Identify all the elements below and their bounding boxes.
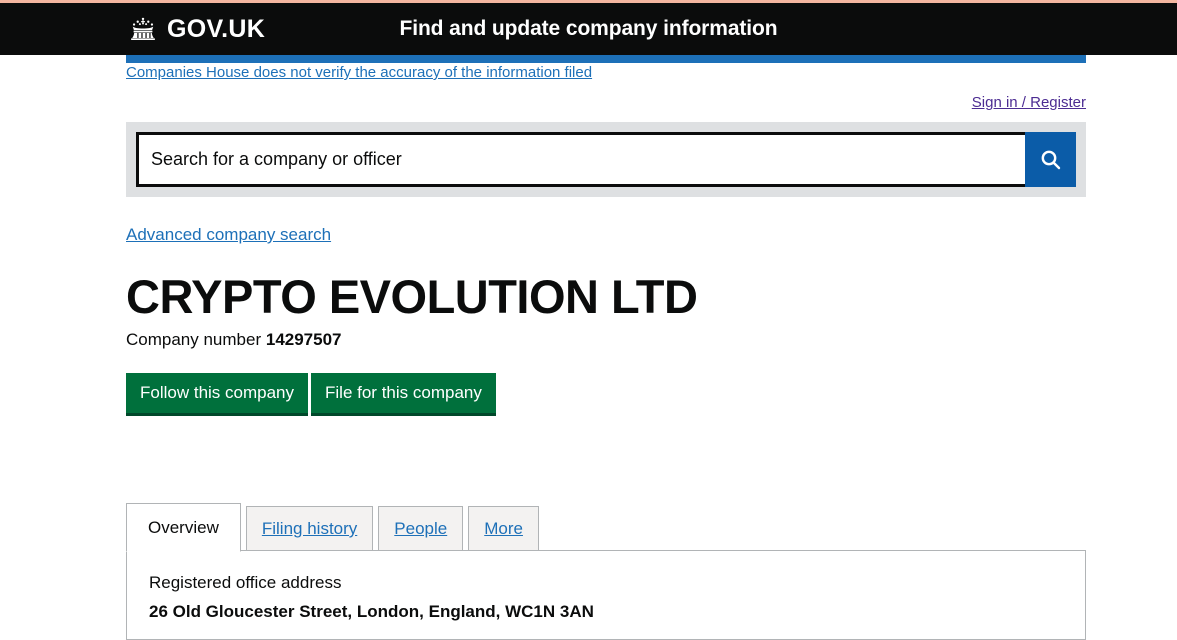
company-number-label: Company number [126,330,262,349]
tab-people[interactable]: People [378,506,464,551]
govuk-header: GOV.UK Find and update company informati… [0,0,1177,55]
search-input[interactable] [136,132,1025,187]
tab-filing-history[interactable]: Filing history [245,506,374,551]
advanced-company-search-link[interactable]: Advanced company search [126,225,331,244]
page-title: CRYPTO EVOLUTION LTD [126,270,698,323]
tab-overview[interactable]: Overview [126,503,241,552]
disclaimer-row: Companies House does not verify the accu… [126,64,1086,82]
sign-in-register-link[interactable]: Sign in / Register [972,94,1086,111]
crown-icon [126,16,160,42]
search-submit-button[interactable] [1025,132,1076,187]
govuk-logo-link[interactable]: GOV.UK [126,3,265,55]
follow-company-button[interactable]: Follow this company [126,373,309,416]
company-number-value: 14297507 [265,330,342,349]
registered-office-address-value: 26 Old Gloucester Street, London, Englan… [149,602,594,621]
disclaimer-link[interactable]: Companies House does not verify the accu… [126,64,592,81]
search-bar [136,132,1076,187]
tab-more[interactable]: More [468,506,539,551]
blue-accent-bar [126,55,1086,63]
file-for-company-button[interactable]: File for this company [311,373,496,416]
account-row: Sign in / Register [126,94,1086,112]
govuk-logo-text: GOV.UK [167,14,266,43]
search-bar-container [126,122,1086,197]
company-number: Company number 14297507 [126,330,342,350]
company-tabs: Overview Filing history People More [126,502,539,552]
advanced-search-row: Advanced company search [126,225,331,245]
search-icon [1039,148,1063,172]
registered-office-address-label: Registered office address [149,573,342,592]
company-actions: Follow this company File for this compan… [126,373,496,416]
